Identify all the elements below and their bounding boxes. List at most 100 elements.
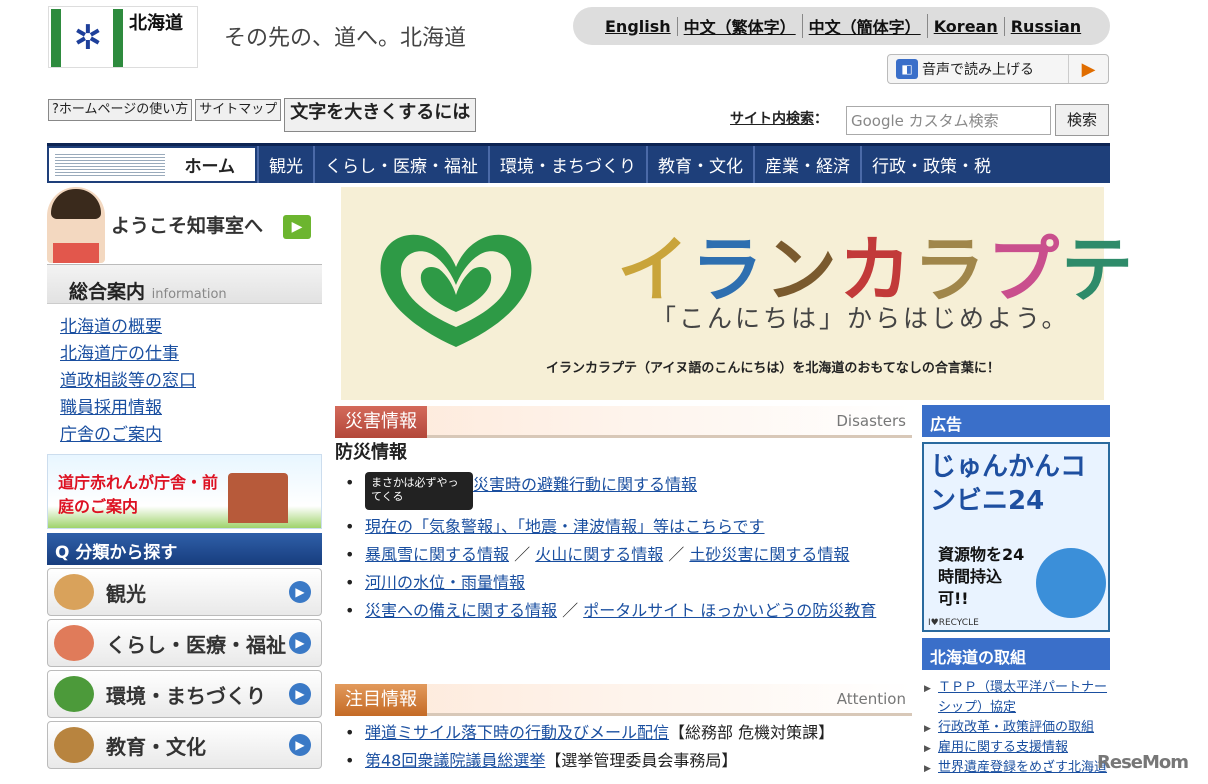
read-aloud-button[interactable]: ◧ 音声で読み上げる ▶ [887, 54, 1109, 84]
lang-zh-simplified[interactable]: 中文（簡体字） [803, 14, 928, 38]
info-links: 北海道の概要 北海道庁の仕事 道政相談等の窓口 職員採用情報 庁舎のご案内 [60, 314, 196, 449]
banner-title-char: テ [1061, 227, 1136, 312]
tree-icon [54, 676, 94, 712]
category-education[interactable]: 教育・文化 ▶ [47, 721, 322, 769]
info-link-overview[interactable]: 北海道の概要 [60, 314, 196, 341]
org-label: 【総務部 危機対策課】 [669, 723, 835, 742]
list-item: 雇用に関する支援情報 [924, 738, 1110, 759]
org-label: 【選挙管理委員会事務局】 [545, 751, 738, 770]
landslide-link[interactable]: 土砂災害に関する情報 [689, 545, 849, 564]
list-item: 災害への備えに関する情報 ／ ポータルサイト ほっかいどうの防災教育 [345, 600, 905, 622]
category-label: 観光 [106, 581, 146, 606]
list-item: 弾道ミサイル落下時の行動及びメール配信【総務部 危機対策課】 [345, 722, 905, 744]
reform-link[interactable]: 行政改革・政策評価の取組 [938, 720, 1094, 735]
separator: ／ [663, 545, 690, 564]
attention-header: 注目情報 Attention [335, 684, 912, 716]
ads-heading: 広告 [922, 405, 1110, 437]
nav-living[interactable]: くらし・医療・福祉 [313, 146, 488, 183]
tourism-icon [54, 574, 94, 610]
disaster-list: まさかは必ずやってくる災害時の避難行動に関する情報 現在の「気象警報」、「地震・… [345, 472, 905, 628]
nav-home-label: ホーム [184, 157, 236, 177]
category-tourism[interactable]: 観光 ▶ [47, 568, 322, 616]
category-living[interactable]: くらし・医療・福祉 ▶ [47, 619, 322, 667]
info-link-building[interactable]: 庁舎のご案内 [60, 422, 196, 449]
info-heading: 総合案内 information [47, 264, 322, 304]
search-label: サイト内検索： [730, 111, 828, 127]
snowflake-icon: ✲ [73, 18, 103, 58]
governor-welcome-banner[interactable]: ようこそ知事室へ ▶ [47, 187, 322, 263]
ad-title: じゅんかんコンビニ24 [930, 452, 1087, 516]
recycle-text: I♥RECYCLE [928, 618, 979, 628]
owl-mascot-icon [1036, 548, 1106, 618]
speaker-icon: ◧ [896, 59, 918, 79]
attention-tab: 注目情報 [335, 684, 427, 716]
site-guide-button[interactable]: ?ホームページの使い方 [48, 99, 193, 121]
list-item: 行政改革・政策評価の取組 [924, 718, 1110, 739]
tpp-link[interactable]: ＴＰＰ（環太平洋パートナーシップ）協定 [938, 680, 1107, 715]
irankarapte-banner[interactable]: イランカラプテ 「こんにちは」からはじめよう。 イランカラプテ（アイヌ語のこんに… [341, 187, 1133, 400]
living-icon [54, 625, 94, 661]
weather-warning-link[interactable]: 現在の「気象警報」、「地震・津波情報」等はこちらです [365, 517, 765, 536]
river-level-link[interactable]: 河川の水位・雨量情報 [365, 573, 525, 592]
volcano-link[interactable]: 火山に関する情報 [535, 545, 663, 564]
list-item: 河川の水位・雨量情報 [345, 572, 905, 594]
list-item: 暴風雪に関する情報 ／ 火山に関する情報 ／ 土砂災害に関する情報 [345, 544, 905, 566]
nav-industry[interactable]: 産業・経済 [753, 146, 860, 183]
red-brick-banner[interactable]: 道庁赤れんが庁舎・前庭のご案内 [47, 454, 322, 529]
watermark: ReseMom [1097, 752, 1189, 773]
search-label-text[interactable]: サイト内検索 [730, 111, 814, 127]
nav-education[interactable]: 教育・文化 [646, 146, 753, 183]
ad-banner[interactable]: じゅんかんコンビニ24 資源物を24時間持込可!! I♥RECYCLE [922, 442, 1110, 632]
governor-photo [47, 187, 105, 263]
election-link[interactable]: 第48回衆議院議員総選挙 [365, 751, 545, 770]
education-icon [54, 727, 94, 763]
info-link-recruit[interactable]: 職員採用情報 [60, 395, 196, 422]
category-label: 教育・文化 [106, 734, 206, 759]
lang-english[interactable]: English [599, 16, 678, 36]
red-brick-text: 道庁赤れんが庁舎・前庭のご案内 [58, 473, 219, 516]
hokkaido-logo[interactable]: ✲ 北海道 [48, 6, 198, 68]
nav-government[interactable]: 行政・政策・税 [860, 146, 1001, 183]
category-label: くらし・医療・福祉 [106, 632, 286, 657]
list-item: 世界遺産登録をめざす北海道 [924, 758, 1110, 779]
disasters-en: Disasters [836, 412, 906, 430]
info-link-consult[interactable]: 道政相談等の窓口 [60, 368, 196, 395]
employment-link[interactable]: 雇用に関する支援情報 [938, 740, 1068, 755]
category-label: 環境・まちづくり [106, 683, 266, 708]
arrow-icon: ▶ [289, 734, 311, 756]
evacuation-link[interactable]: 災害時の避難行動に関する情報 [473, 475, 697, 494]
search-button[interactable]: 検索 [1055, 104, 1109, 136]
blizzard-link[interactable]: 暴風雪に関する情報 [365, 545, 509, 564]
text-size-button[interactable]: 文字を大きくするには [284, 98, 477, 132]
initiatives-links: ＴＰＰ（環太平洋パートナーシップ）協定 行政改革・政策評価の取組 雇用に関する支… [924, 678, 1110, 779]
bousai-heading: 防災情報 [335, 442, 407, 463]
category-environment[interactable]: 環境・まちづくり ▶ [47, 670, 322, 718]
disasters-header: 災害情報 Disasters [335, 406, 912, 438]
nav-environment[interactable]: 環境・まちづくり [488, 146, 646, 183]
logo-text: 北海道 [129, 13, 183, 34]
lang-russian[interactable]: Russian [1005, 17, 1087, 36]
welcome-text: ようこそ知事室へ [111, 215, 264, 237]
search-icon: Q [55, 543, 70, 563]
nav-tourism[interactable]: 観光 [257, 146, 313, 183]
read-aloud-label: 音声で読み上げる [922, 62, 1034, 78]
category-search-heading: Q 分類から探す [47, 533, 322, 565]
info-link-work[interactable]: 北海道庁の仕事 [60, 341, 196, 368]
preparedness-link[interactable]: 災害への備えに関する情報 [365, 601, 557, 620]
lang-zh-traditional[interactable]: 中文（繁体字） [678, 14, 803, 38]
lang-korean[interactable]: Korean [928, 16, 1005, 36]
search-input[interactable]: Google カスタム検索 [846, 106, 1051, 135]
sitemap-button[interactable]: サイトマップ [195, 99, 282, 121]
missile-link[interactable]: 弾道ミサイル落下時の行動及びメール配信 [365, 723, 669, 742]
masaka-badge[interactable]: まさかは必ずやってくる [365, 472, 473, 510]
info-title: 総合案内 [69, 281, 146, 303]
nav-home[interactable]: ホーム [47, 146, 257, 183]
list-item: ＴＰＰ（環太平洋パートナーシップ）協定 [924, 678, 1110, 718]
global-nav: ホーム 観光 くらし・医療・福祉 環境・まちづくり 教育・文化 産業・経済 行政… [47, 143, 1110, 183]
portal-link[interactable]: ポータルサイト ほっかいどうの防災教育 [583, 601, 876, 620]
separator: ／ [509, 545, 536, 564]
banner-subtitle: 「こんにちは」からはじめよう。 [651, 304, 1070, 333]
world-heritage-link[interactable]: 世界遺産登録をめざす北海道 [938, 760, 1107, 775]
category-search-title: 分類から探す [75, 543, 178, 563]
arrow-icon: ▶ [289, 581, 311, 603]
